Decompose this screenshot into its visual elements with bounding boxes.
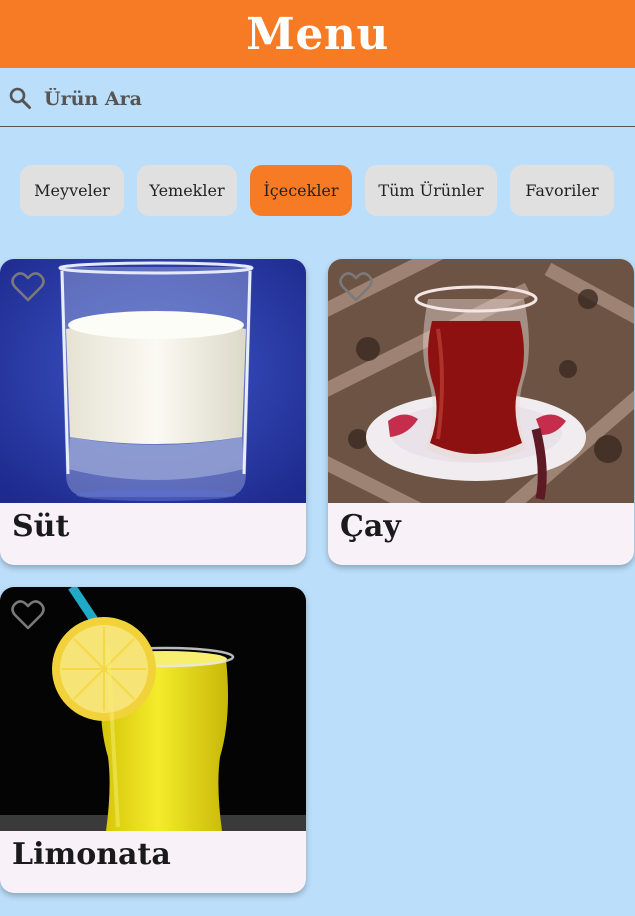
product-image-milk <box>0 259 306 503</box>
product-image-tea <box>328 259 634 503</box>
chip-meyveler[interactable]: Meyveler <box>20 165 124 216</box>
favorite-heart-icon[interactable] <box>11 271 45 303</box>
product-card-cay[interactable]: Çay <box>328 259 634 565</box>
app-header: Menu <box>0 0 635 68</box>
page-title: Menu <box>246 8 389 60</box>
search-icon <box>9 87 31 109</box>
chip-tum-urunler[interactable]: Tüm Ürünler <box>365 165 497 216</box>
favorite-heart-icon[interactable] <box>11 599 45 631</box>
search-input[interactable] <box>42 82 606 116</box>
product-card-sut[interactable]: Süt <box>0 259 306 565</box>
product-card-limonata[interactable]: Limonata <box>0 587 306 893</box>
chip-favoriler[interactable]: Favoriler <box>510 165 614 216</box>
chip-icecekler[interactable]: İçecekler <box>250 165 352 216</box>
product-name: Limonata <box>12 837 171 872</box>
product-image-lemonade <box>0 587 306 831</box>
chip-yemekler[interactable]: Yemekler <box>137 165 237 216</box>
search-bar[interactable] <box>0 68 635 127</box>
product-name: Süt <box>12 509 70 544</box>
category-chips: Meyveler Yemekler İçecekler Tüm Ürünler … <box>0 165 635 216</box>
favorite-heart-icon[interactable] <box>339 271 373 303</box>
product-name: Çay <box>340 509 401 544</box>
